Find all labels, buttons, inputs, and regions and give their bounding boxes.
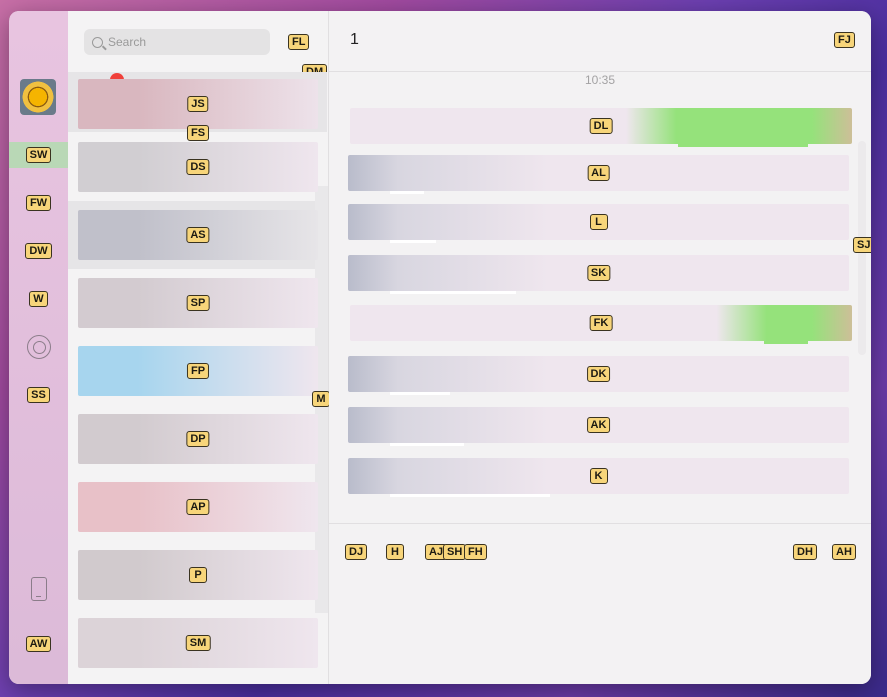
incoming-message[interactable]: AL bbox=[348, 155, 849, 194]
app-window: SG DG FG SW FW DW W SS AW bbox=[9, 11, 871, 684]
video-call-button[interactable]: AH bbox=[832, 544, 856, 560]
message-label: AK bbox=[586, 417, 611, 433]
voice-call-button[interactable]: DH bbox=[793, 544, 817, 560]
outgoing-message[interactable]: FK bbox=[350, 305, 852, 344]
rail-item-settings[interactable]: AW bbox=[9, 631, 68, 657]
message-underline bbox=[390, 191, 424, 194]
message-underline bbox=[678, 144, 808, 147]
chat-list-item[interactable]: SP bbox=[78, 278, 318, 328]
search-box[interactable] bbox=[84, 29, 270, 55]
more-tools-button[interactable]: FH bbox=[464, 544, 487, 560]
message-scroll-label[interactable]: SJ bbox=[853, 237, 871, 253]
conversation-more-button[interactable]: FJ bbox=[834, 32, 855, 48]
message-label: SK bbox=[586, 265, 611, 281]
rail-item-chats[interactable]: SW bbox=[9, 142, 68, 168]
message-label: FK bbox=[589, 315, 613, 331]
chat-list-item[interactable]: JS bbox=[78, 79, 318, 129]
chat-list-item-label: DP bbox=[186, 431, 210, 447]
rail-item-favorites[interactable]: DW bbox=[9, 238, 68, 264]
message-label: K bbox=[589, 468, 608, 484]
menu-icon: AW bbox=[25, 636, 52, 652]
chat-history-button[interactable]: SH bbox=[443, 544, 467, 560]
chats-icon: SW bbox=[25, 147, 52, 163]
chat-list-item[interactable]: FP bbox=[78, 346, 318, 396]
emoji-button[interactable]: DJ bbox=[345, 544, 368, 560]
incoming-message[interactable]: SK bbox=[348, 255, 849, 294]
pinned-divider-label: FS bbox=[187, 125, 210, 141]
message-underline bbox=[390, 494, 550, 497]
search-input[interactable] bbox=[108, 35, 248, 49]
message-underline bbox=[390, 291, 516, 294]
conversation-panel: 1 FJ 10:35 DL AL L SK FK DK AK K SJ DJ H AJ SH … bbox=[329, 11, 871, 684]
rail-item-contacts[interactable]: FW bbox=[9, 190, 68, 216]
message-label: DK bbox=[586, 366, 611, 382]
favorites-icon: DW bbox=[25, 243, 52, 259]
rail-item-moments[interactable] bbox=[9, 334, 68, 360]
rail-item-phone[interactable] bbox=[9, 574, 68, 604]
compose-area[interactable]: DJ H AJ SH FH DH AH bbox=[329, 523, 871, 684]
chat-list-item-label: JS bbox=[187, 96, 209, 112]
rail-item-search[interactable]: SS bbox=[9, 382, 68, 408]
chat-list-item[interactable]: DP bbox=[78, 414, 318, 464]
chat-list-item-label: FP bbox=[186, 363, 210, 379]
search-icon: SS bbox=[27, 387, 50, 403]
compose-button[interactable]: FL bbox=[288, 34, 310, 50]
chat-list-item-label: SP bbox=[186, 295, 210, 311]
aperture-icon bbox=[26, 335, 51, 359]
chat-list-item-label: AS bbox=[186, 227, 210, 243]
message-label: L bbox=[589, 214, 608, 230]
nav-rail: SW FW DW W SS AW bbox=[9, 11, 68, 684]
message-underline bbox=[390, 392, 450, 395]
avatar[interactable] bbox=[20, 79, 56, 115]
message-timestamp: 10:35 bbox=[584, 73, 616, 87]
message-underline bbox=[390, 443, 464, 446]
message-underline bbox=[764, 341, 808, 344]
conversation-title: 1 bbox=[350, 31, 359, 48]
chat-list-item[interactable]: AP bbox=[78, 482, 318, 532]
folder-button[interactable]: H bbox=[386, 544, 404, 560]
outgoing-message[interactable]: DL bbox=[350, 108, 852, 147]
search-icon bbox=[92, 36, 103, 48]
rail-item-files[interactable]: W bbox=[9, 286, 68, 312]
chat-list-item-label: AP bbox=[186, 499, 210, 515]
incoming-message[interactable]: AK bbox=[348, 407, 849, 446]
message-label: AL bbox=[587, 165, 610, 181]
incoming-message[interactable]: DK bbox=[348, 356, 849, 395]
chat-list-item-label: SM bbox=[185, 635, 211, 651]
chat-list-item[interactable]: AS bbox=[78, 210, 318, 260]
files-icon: W bbox=[29, 291, 48, 307]
chat-list-item[interactable]: P bbox=[78, 550, 318, 600]
scroll-thumb-label[interactable]: M bbox=[312, 391, 330, 407]
incoming-message[interactable]: L bbox=[348, 204, 849, 243]
message-underline bbox=[390, 240, 436, 243]
incoming-message[interactable]: K bbox=[348, 458, 849, 497]
chat-list-item-label: DS bbox=[186, 159, 210, 175]
chat-list-item[interactable]: SM bbox=[78, 618, 318, 668]
message-label: DL bbox=[589, 118, 613, 134]
phone-icon bbox=[30, 577, 47, 601]
contacts-icon: FW bbox=[25, 195, 52, 211]
chat-list-panel: FL DM JSDSASSPFPDPAPPSMFM FS M bbox=[68, 11, 330, 684]
conversation-header: 1 FJ bbox=[329, 11, 871, 72]
chat-list-item-label: P bbox=[189, 567, 207, 583]
chat-list-item[interactable]: DS bbox=[78, 142, 318, 192]
